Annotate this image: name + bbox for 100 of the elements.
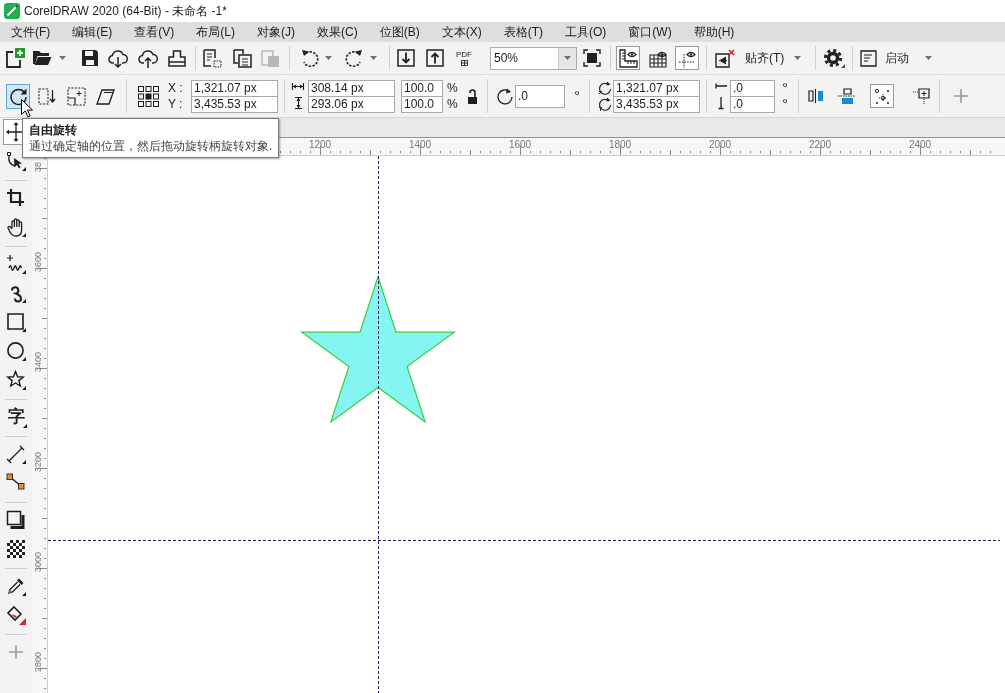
- ruler-label: 3200: [33, 451, 43, 472]
- rotation-angle-field[interactable]: .0: [515, 84, 565, 108]
- lock-ratio-button[interactable]: [465, 88, 479, 104]
- ruler-label: 1200: [308, 139, 332, 150]
- anchor-point-button[interactable]: [136, 84, 160, 108]
- percent-label: %: [447, 80, 459, 96]
- freehand-line-icon: [6, 254, 26, 274]
- crop-icon: [6, 188, 26, 208]
- fullscreen-icon: [583, 49, 601, 67]
- padlock-icon: [466, 88, 478, 104]
- parallelogram-icon: [95, 87, 115, 105]
- caret-icon: [58, 56, 66, 60]
- settings-button[interactable]: [822, 46, 847, 70]
- undo-icon: [300, 48, 320, 68]
- x-label: X :: [168, 80, 184, 96]
- menu-item[interactable]: 文本(X): [430, 22, 493, 42]
- redo-icon: [343, 48, 363, 68]
- printer-icon: [168, 49, 186, 67]
- anchor-grid-icon: [137, 85, 159, 107]
- snap-off-icon: [715, 48, 735, 68]
- menu-item[interactable]: 表格(T): [492, 22, 554, 42]
- dashed-frame-icon: [66, 86, 86, 106]
- new-document-button[interactable]: [3, 46, 27, 70]
- hand-icon: [6, 217, 26, 237]
- menu-item[interactable]: 效果(C): [306, 22, 369, 42]
- cloud-download-icon: [108, 48, 128, 68]
- ruler-label: 1600: [508, 139, 532, 150]
- x-position-field[interactable]: 1,321.07 px: [191, 79, 278, 97]
- menu-item[interactable]: 对象(J): [246, 22, 306, 42]
- connector-icon: [6, 473, 26, 493]
- horizontal-skew-field[interactable]: .0: [730, 79, 775, 97]
- menu-item[interactable]: 位图(B): [368, 22, 431, 42]
- vertical-skew-icon: [718, 96, 724, 109]
- dotted-frame-plus-icon: [912, 87, 930, 105]
- dotted-points-icon: [873, 87, 891, 105]
- ruler-label: 2400: [908, 139, 932, 150]
- width-dimension-icon: [292, 83, 304, 90]
- anchor-points-button[interactable]: [870, 84, 894, 108]
- small-grid-icon: [460, 59, 468, 66]
- settings-icon: [823, 48, 846, 68]
- fullscreen-button[interactable]: [580, 46, 604, 70]
- menu-item[interactable]: 文件(F): [0, 22, 62, 42]
- ruler-label: 3400: [33, 351, 43, 372]
- snap-button[interactable]: 贴齐(T): [743, 46, 804, 70]
- menu-item[interactable]: 查看(V): [123, 22, 186, 42]
- degree-label: °: [782, 96, 789, 112]
- zoom-level-field[interactable]: 50%: [490, 46, 577, 70]
- import-button[interactable]: [394, 46, 418, 70]
- paint-bucket-icon: [6, 605, 26, 625]
- curve-node-icon: [6, 151, 26, 171]
- text-tool-button[interactable]: 字: [3, 404, 29, 430]
- cut-button[interactable]: [200, 46, 224, 70]
- menu-item[interactable]: 编辑(E): [61, 22, 124, 42]
- plus-icon: [8, 644, 24, 660]
- pdf-button[interactable]: PDF: [452, 46, 476, 70]
- ruler-label: 38: [33, 162, 43, 172]
- menu-item[interactable]: 帮助(H): [682, 22, 746, 42]
- star-tool-button[interactable]: [3, 367, 29, 393]
- cloud-upload-icon: [138, 48, 158, 68]
- ruler-label: 2000: [708, 139, 732, 150]
- rotation-icon: [496, 87, 513, 105]
- ruler-icon: [618, 48, 638, 68]
- degree-label: °: [782, 80, 789, 96]
- align-blocks-icon: [837, 87, 855, 105]
- mirror-blocks-icon: [807, 88, 825, 104]
- rotation-center-x-field[interactable]: 1,321.07 px: [613, 79, 700, 97]
- menu-item[interactable]: 布局(L): [185, 22, 246, 42]
- height-dimension-icon: [294, 97, 302, 109]
- horizontal-skew-icon: [715, 83, 727, 90]
- caret-icon: [925, 56, 933, 60]
- scale-x-field[interactable]: 100.0: [401, 79, 443, 97]
- caret-icon: [369, 56, 377, 60]
- plus-icon: [953, 88, 969, 104]
- copy-button[interactable]: [230, 46, 254, 70]
- new-document-icon: [5, 48, 25, 68]
- menu-item[interactable]: 工具(O): [554, 22, 618, 42]
- snap-off-button[interactable]: [713, 46, 737, 70]
- ruler-label: 1800: [608, 139, 632, 150]
- export-button[interactable]: [423, 46, 447, 70]
- percent-label: %: [447, 96, 459, 112]
- guidelines-toggle[interactable]: [675, 46, 699, 70]
- rotation-center-y-icon: [598, 97, 612, 112]
- eyedropper-icon: [6, 576, 26, 596]
- copy-icon: [232, 48, 252, 68]
- menu-item[interactable]: 窗口(W): [617, 22, 683, 42]
- launch-button[interactable]: 启动: [858, 46, 935, 70]
- tooltip-text: 通过确定轴的位置，然后拖动旋转柄旋转对象.: [29, 138, 272, 154]
- star-icon: [6, 370, 26, 390]
- ruler-label: 2800: [33, 651, 43, 672]
- ruler-label: 2200: [808, 139, 832, 150]
- rotation-center-x-icon: [598, 80, 612, 95]
- dashed-frame-arrow-icon: [37, 86, 57, 106]
- app-icon: [4, 3, 20, 19]
- rulers-toggle[interactable]: [616, 46, 640, 70]
- export-icon: [426, 49, 444, 67]
- width-field[interactable]: 308.14 px: [308, 79, 395, 97]
- y-label: Y :: [168, 96, 184, 112]
- zoom-dropdown-button[interactable]: [558, 47, 576, 69]
- tooltip-title: 自由旋转: [29, 122, 78, 138]
- folder-icon: [32, 49, 52, 67]
